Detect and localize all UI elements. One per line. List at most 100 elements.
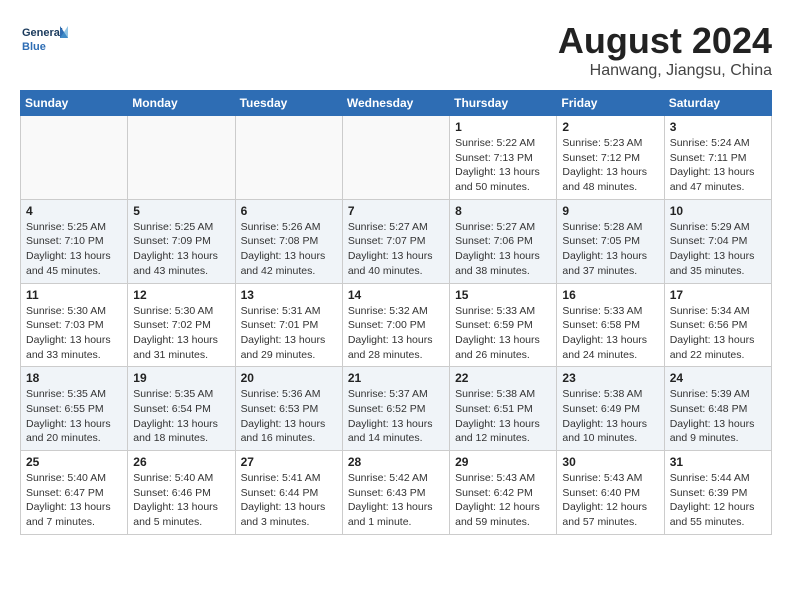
calendar-cell: 1 Sunrise: 5:22 AM Sunset: 7:13 PM Daylig… (450, 116, 557, 200)
weekday-header-monday: Monday (128, 91, 235, 116)
day-info: Sunrise: 5:22 AM Sunset: 7:13 PM Dayligh… (455, 136, 551, 195)
svg-text:General: General (22, 27, 63, 39)
day-info: Sunrise: 5:23 AM Sunset: 7:12 PM Dayligh… (562, 136, 658, 195)
calendar-week-5: 25 Sunrise: 5:40 AM Sunset: 6:47 PM Dayli… (21, 451, 772, 535)
calendar-cell: 11 Sunrise: 5:30 AM Sunset: 7:03 PM Dayli… (21, 283, 128, 367)
day-info: Sunrise: 5:40 AM Sunset: 6:46 PM Dayligh… (133, 471, 229, 530)
calendar-cell: 29 Sunrise: 5:43 AM Sunset: 6:42 PM Dayli… (450, 451, 557, 535)
day-info: Sunrise: 5:43 AM Sunset: 6:42 PM Dayligh… (455, 471, 551, 530)
day-info: Sunrise: 5:37 AM Sunset: 6:52 PM Dayligh… (348, 387, 444, 446)
day-info: Sunrise: 5:30 AM Sunset: 7:02 PM Dayligh… (133, 304, 229, 363)
day-number: 29 (455, 455, 551, 469)
calendar-cell: 19 Sunrise: 5:35 AM Sunset: 6:54 PM Dayli… (128, 367, 235, 451)
calendar-cell: 27Sunrise: 5:41 AM Sunset: 6:44 PM Dayli… (235, 451, 342, 535)
calendar-cell: 21 Sunrise: 5:37 AM Sunset: 6:52 PM Dayli… (342, 367, 449, 451)
logo-svg: General Blue (20, 20, 70, 60)
title-block: August 2024 Hanwang, Jiangsu, China (558, 20, 772, 80)
day-number: 17 (670, 288, 766, 302)
day-number: 6 (241, 204, 337, 218)
calendar-cell (21, 116, 128, 200)
day-info: Sunrise: 5:25 AM Sunset: 7:09 PM Dayligh… (133, 220, 229, 279)
day-number: 28 (348, 455, 444, 469)
calendar-cell (342, 116, 449, 200)
day-info: Sunrise: 5:44 AM Sunset: 6:39 PM Dayligh… (670, 471, 766, 530)
day-info: Sunrise: 5:35 AM Sunset: 6:54 PM Dayligh… (133, 387, 229, 446)
day-number: 25 (26, 455, 122, 469)
day-number: 16 (562, 288, 658, 302)
day-info: Sunrise: 5:24 AM Sunset: 7:11 PM Dayligh… (670, 136, 766, 195)
calendar-cell: 6Sunrise: 5:26 AM Sunset: 7:08 PM Daylig… (235, 199, 342, 283)
calendar-cell (128, 116, 235, 200)
weekday-header-saturday: Saturday (664, 91, 771, 116)
day-number: 31 (670, 455, 766, 469)
calendar-cell: 31 Sunrise: 5:44 AM Sunset: 6:39 PM Dayli… (664, 451, 771, 535)
calendar-cell: 16 Sunrise: 5:33 AM Sunset: 6:58 PM Dayli… (557, 283, 664, 367)
day-number: 11 (26, 288, 122, 302)
day-info: Sunrise: 5:27 AM Sunset: 7:06 PM Dayligh… (455, 220, 551, 279)
weekday-header-wednesday: Wednesday (342, 91, 449, 116)
day-number: 26 (133, 455, 229, 469)
day-info: Sunrise: 5:35 AM Sunset: 6:55 PM Dayligh… (26, 387, 122, 446)
day-info: Sunrise: 5:31 AM Sunset: 7:01 PM Dayligh… (241, 304, 337, 363)
weekday-header-thursday: Thursday (450, 91, 557, 116)
calendar-table: SundayMondayTuesdayWednesdayThursdayFrid… (20, 90, 772, 535)
weekday-header-tuesday: Tuesday (235, 91, 342, 116)
calendar-cell: 25 Sunrise: 5:40 AM Sunset: 6:47 PM Dayli… (21, 451, 128, 535)
day-info: Sunrise: 5:28 AM Sunset: 7:05 PM Dayligh… (562, 220, 658, 279)
day-info: Sunrise: 5:29 AM Sunset: 7:04 PM Dayligh… (670, 220, 766, 279)
day-number: 8 (455, 204, 551, 218)
calendar-body: 1 Sunrise: 5:22 AM Sunset: 7:13 PM Daylig… (21, 116, 772, 535)
calendar-cell: 20Sunrise: 5:36 AM Sunset: 6:53 PM Dayli… (235, 367, 342, 451)
day-number: 19 (133, 371, 229, 385)
weekday-header-sunday: Sunday (21, 91, 128, 116)
day-number: 30 (562, 455, 658, 469)
calendar-cell: 17 Sunrise: 5:34 AM Sunset: 6:56 PM Dayli… (664, 283, 771, 367)
page-header: General Blue August 2024 Hanwang, Jiangs… (20, 20, 772, 80)
day-info: Sunrise: 5:34 AM Sunset: 6:56 PM Dayligh… (670, 304, 766, 363)
calendar-cell: 22Sunrise: 5:38 AM Sunset: 6:51 PM Dayli… (450, 367, 557, 451)
day-number: 4 (26, 204, 122, 218)
day-info: Sunrise: 5:38 AM Sunset: 6:51 PM Dayligh… (455, 387, 551, 446)
weekday-header-friday: Friday (557, 91, 664, 116)
calendar-cell: 3Sunrise: 5:24 AM Sunset: 7:11 PM Daylig… (664, 116, 771, 200)
day-info: Sunrise: 5:43 AM Sunset: 6:40 PM Dayligh… (562, 471, 658, 530)
day-info: Sunrise: 5:25 AM Sunset: 7:10 PM Dayligh… (26, 220, 122, 279)
day-number: 21 (348, 371, 444, 385)
day-info: Sunrise: 5:33 AM Sunset: 6:59 PM Dayligh… (455, 304, 551, 363)
calendar-cell (235, 116, 342, 200)
location: Hanwang, Jiangsu, China (558, 62, 772, 80)
day-info: Sunrise: 5:40 AM Sunset: 6:47 PM Dayligh… (26, 471, 122, 530)
calendar-cell: 5 Sunrise: 5:25 AM Sunset: 7:09 PM Daylig… (128, 199, 235, 283)
day-info: Sunrise: 5:42 AM Sunset: 6:43 PM Dayligh… (348, 471, 444, 530)
day-number: 13 (241, 288, 337, 302)
calendar-cell: 26 Sunrise: 5:40 AM Sunset: 6:46 PM Dayli… (128, 451, 235, 535)
day-info: Sunrise: 5:27 AM Sunset: 7:07 PM Dayligh… (348, 220, 444, 279)
calendar-cell: 10 Sunrise: 5:29 AM Sunset: 7:04 PM Dayli… (664, 199, 771, 283)
day-number: 23 (562, 371, 658, 385)
day-number: 12 (133, 288, 229, 302)
calendar-cell: 24Sunrise: 5:39 AM Sunset: 6:48 PM Dayli… (664, 367, 771, 451)
calendar-cell: 9Sunrise: 5:28 AM Sunset: 7:05 PM Daylig… (557, 199, 664, 283)
day-number: 10 (670, 204, 766, 218)
calendar-cell: 7 Sunrise: 5:27 AM Sunset: 7:07 PM Daylig… (342, 199, 449, 283)
day-info: Sunrise: 5:33 AM Sunset: 6:58 PM Dayligh… (562, 304, 658, 363)
calendar-cell: 8 Sunrise: 5:27 AM Sunset: 7:06 PM Daylig… (450, 199, 557, 283)
day-info: Sunrise: 5:30 AM Sunset: 7:03 PM Dayligh… (26, 304, 122, 363)
day-number: 27 (241, 455, 337, 469)
day-info: Sunrise: 5:32 AM Sunset: 7:00 PM Dayligh… (348, 304, 444, 363)
calendar-week-2: 4 Sunrise: 5:25 AM Sunset: 7:10 PM Daylig… (21, 199, 772, 283)
day-number: 2 (562, 120, 658, 134)
calendar-header: SundayMondayTuesdayWednesdayThursdayFrid… (21, 91, 772, 116)
calendar-cell: 28 Sunrise: 5:42 AM Sunset: 6:43 PM Dayli… (342, 451, 449, 535)
day-number: 20 (241, 371, 337, 385)
day-number: 15 (455, 288, 551, 302)
day-info: Sunrise: 5:38 AM Sunset: 6:49 PM Dayligh… (562, 387, 658, 446)
day-number: 18 (26, 371, 122, 385)
calendar-cell: 18 Sunrise: 5:35 AM Sunset: 6:55 PM Dayli… (21, 367, 128, 451)
day-number: 1 (455, 120, 551, 134)
day-number: 5 (133, 204, 229, 218)
month-year: August 2024 (558, 20, 772, 62)
weekday-row: SundayMondayTuesdayWednesdayThursdayFrid… (21, 91, 772, 116)
calendar-cell: 4 Sunrise: 5:25 AM Sunset: 7:10 PM Daylig… (21, 199, 128, 283)
day-number: 7 (348, 204, 444, 218)
